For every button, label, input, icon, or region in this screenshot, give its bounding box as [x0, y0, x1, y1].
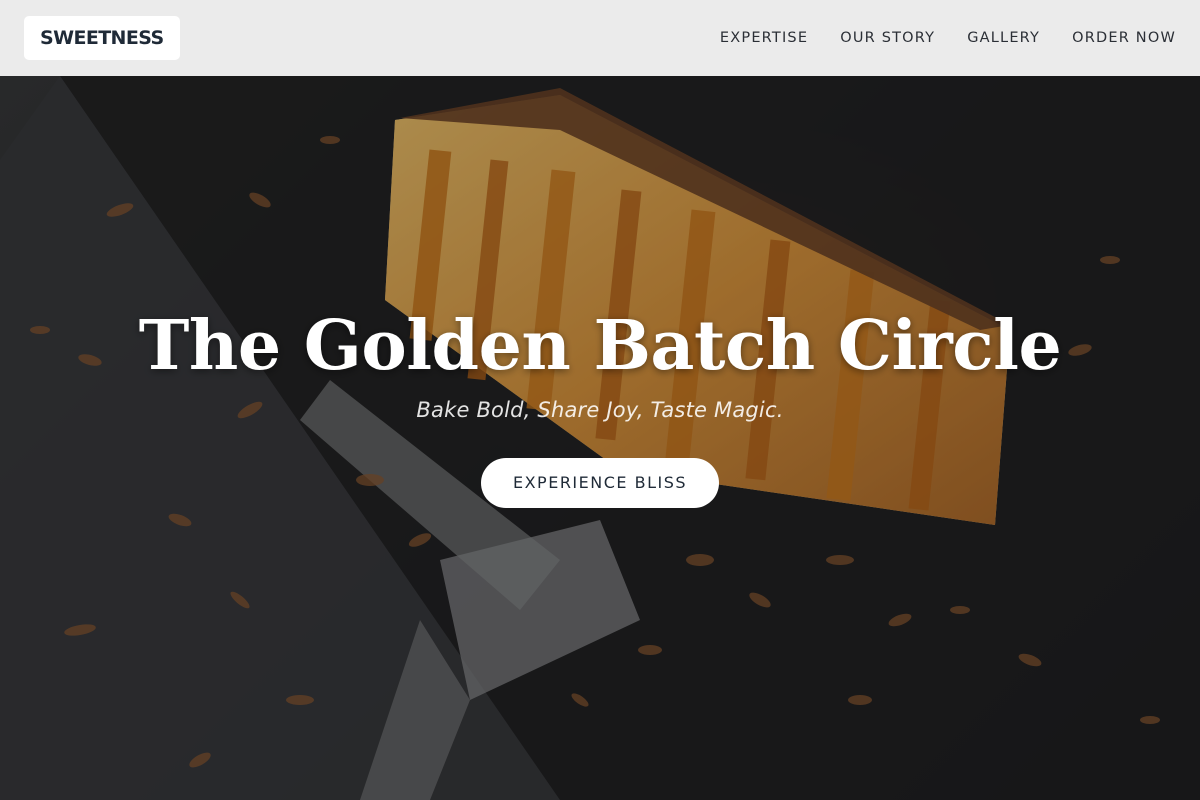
nav-link-expertise[interactable]: EXPERTISE	[720, 30, 808, 46]
nav-link-order-now[interactable]: ORDER NOW	[1072, 30, 1176, 46]
hero-subtitle: Bake Bold, Share Joy, Taste Magic.	[416, 398, 784, 422]
hero-title: The Golden Batch Circle	[138, 306, 1062, 386]
brand-logo[interactable]: SWEETNESS	[24, 16, 180, 60]
hero-section: The Golden Batch Circle Bake Bold, Share…	[0, 300, 1200, 508]
experience-bliss-button[interactable]: EXPERIENCE BLISS	[480, 458, 720, 508]
nav-link-our-story[interactable]: OUR STORY	[840, 30, 935, 46]
page: SWEETNESS EXPERTISE OUR STORY GALLERY OR…	[0, 0, 1200, 800]
nav-link-gallery[interactable]: GALLERY	[967, 30, 1040, 46]
top-navbar: SWEETNESS EXPERTISE OUR STORY GALLERY OR…	[0, 0, 1200, 76]
main-nav: EXPERTISE OUR STORY GALLERY ORDER NOW	[688, 30, 1176, 46]
